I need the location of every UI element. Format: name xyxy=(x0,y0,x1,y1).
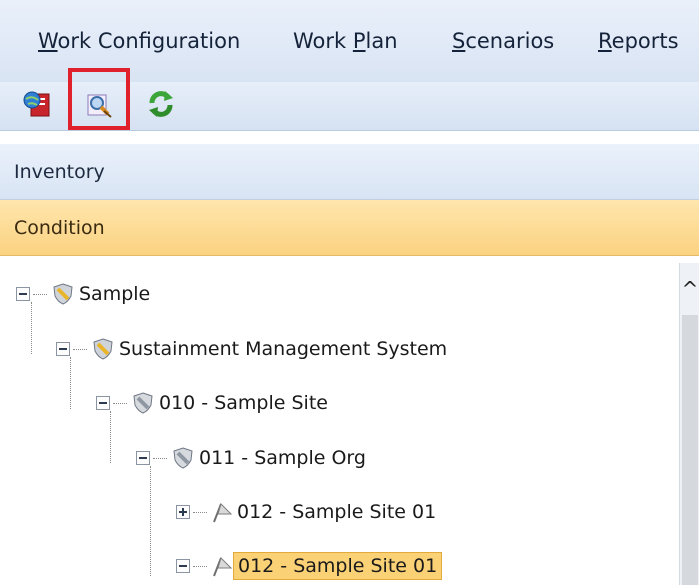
tree-node-label: Sample xyxy=(79,283,151,305)
scroll-up-icon[interactable]: ^ xyxy=(680,277,699,301)
tree-node[interactable]: Sustainment Management System xyxy=(56,333,451,365)
menu-reports[interactable]: Reports xyxy=(598,28,679,54)
globe-document-icon xyxy=(23,91,50,117)
tree-node-selected[interactable]: 012 - Sample Site 01 xyxy=(176,550,443,582)
tree-node[interactable]: 011 - Sample Org xyxy=(136,442,370,474)
collapse-toggle[interactable] xyxy=(176,559,190,573)
refresh-button[interactable] xyxy=(142,86,180,122)
scroll-thumb[interactable] xyxy=(682,315,698,585)
tree-node[interactable]: 010 - Sample Site xyxy=(96,387,332,419)
tree-node-label: 011 - Sample Org xyxy=(199,447,366,469)
tree-node-label: Sustainment Management System xyxy=(119,338,448,360)
inventory-panel-header[interactable]: Inventory xyxy=(0,144,699,200)
tree-node-label: 010 - Sample Site xyxy=(159,392,328,414)
collapse-toggle[interactable] xyxy=(16,287,30,301)
shield-gold-icon xyxy=(53,283,73,305)
refresh-icon xyxy=(149,91,173,117)
menu-scenarios[interactable]: Scenarios xyxy=(452,28,554,54)
collapse-toggle[interactable] xyxy=(56,342,70,356)
flag-icon xyxy=(213,503,233,523)
highlight-box xyxy=(68,68,130,130)
tree-node-label: 012 - Sample Site 01 xyxy=(233,552,443,580)
tree-node-label: 012 - Sample Site 01 xyxy=(237,501,437,523)
tree-view: Sample Sustainment Management System 010… xyxy=(0,256,680,585)
shield-gray-icon xyxy=(173,447,193,469)
flag-icon xyxy=(213,557,233,577)
condition-panel-header[interactable]: Condition xyxy=(0,200,699,256)
collapse-toggle[interactable] xyxy=(136,451,150,465)
collapse-toggle[interactable] xyxy=(96,396,110,410)
shield-gold-icon xyxy=(93,338,113,360)
expand-toggle[interactable] xyxy=(176,505,190,519)
tree-node[interactable]: 012 - Sample Site 01 xyxy=(176,496,440,528)
menu-work-configuration[interactable]: Work Configuration xyxy=(38,28,240,54)
shield-gray-icon xyxy=(133,392,153,414)
menu-work-plan[interactable]: Work Plan xyxy=(293,28,398,54)
tree-node[interactable]: Sample xyxy=(16,278,154,310)
globe-document-button[interactable] xyxy=(18,86,56,122)
tree-connector xyxy=(150,466,151,576)
vertical-scrollbar[interactable]: ^ xyxy=(679,263,699,585)
